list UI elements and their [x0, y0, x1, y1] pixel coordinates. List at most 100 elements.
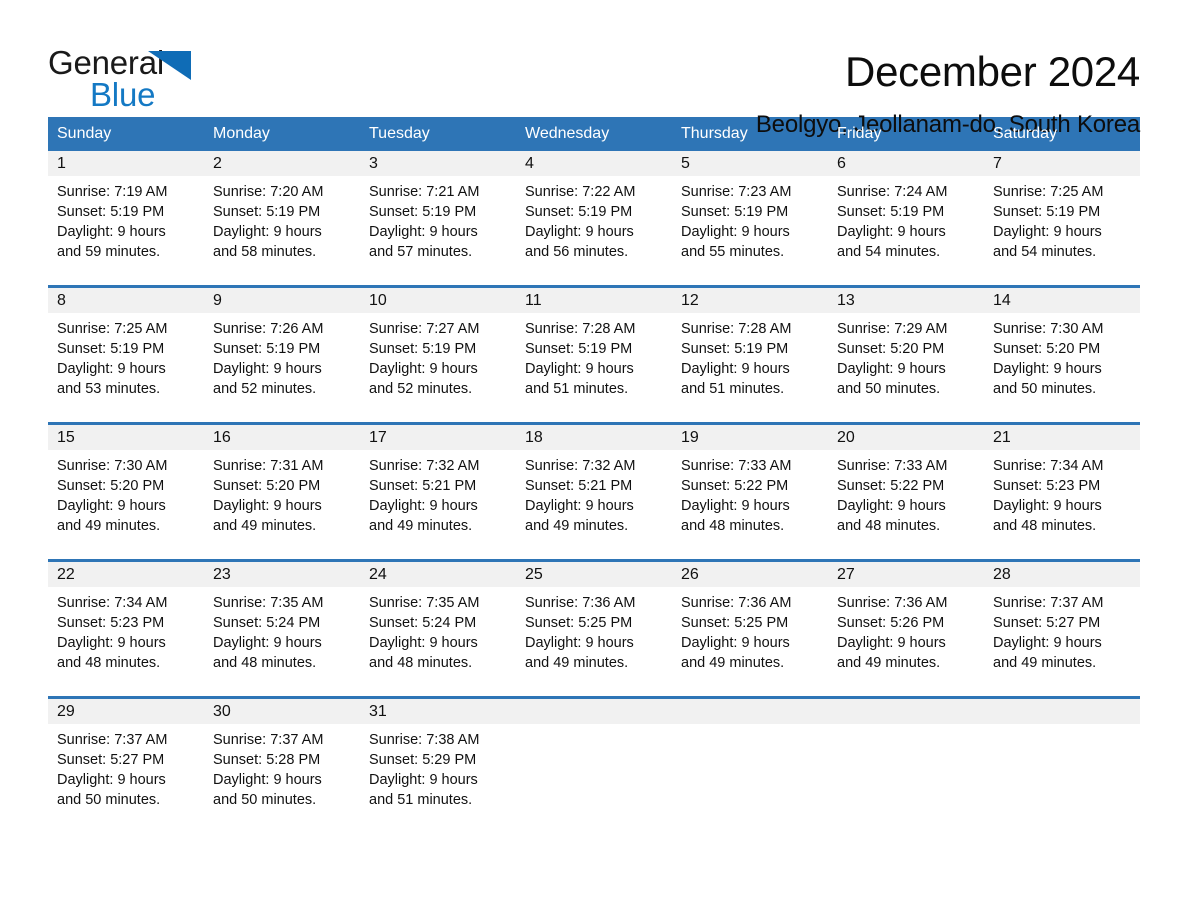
page-header: General Blue December 2024 Beolgyo, Jeol…	[48, 0, 1140, 138]
day-cell[interactable]: 17 Sunrise: 7:32 AM Sunset: 5:21 PM Dayligh…	[360, 425, 516, 559]
weekday-header-row: Sunday Monday Tuesday Wednesday Thursday Frid…	[48, 117, 1140, 151]
sunrise-text: Sunrise: 7:30 AM	[57, 458, 168, 474]
sunrise-text: Sunrise: 7:19 AM	[57, 184, 168, 200]
day-cell[interactable]: 4 Sunrise: 7:22 AM Sunset: 5:19 PM Daylight…	[516, 151, 672, 285]
day-number: 8	[57, 291, 66, 309]
day-cell-empty	[828, 699, 984, 833]
day-number-band	[984, 699, 1140, 724]
day-cell-empty	[516, 699, 672, 833]
day-cell[interactable]: 27 Sunrise: 7:36 AM Sunset: 5:26 PM Dayligh…	[828, 562, 984, 696]
day-cell[interactable]: 31 Sunrise: 7:38 AM Sunset: 5:29 PM Dayligh…	[360, 699, 516, 833]
day-cell[interactable]: 24 Sunrise: 7:35 AM Sunset: 5:24 PM Dayligh…	[360, 562, 516, 696]
daylight-text-line2: and 49 minutes.	[681, 655, 785, 671]
daylight-text-line1: Daylight: 9 hours	[837, 224, 946, 240]
sunset-text: Sunset: 5:19 PM	[369, 204, 477, 220]
day-number: 28	[993, 565, 1011, 583]
day-details: Sunrise: 7:27 AM Sunset: 5:19 PM Daylight:…	[360, 313, 516, 399]
daylight-text-line1: Daylight: 9 hours	[369, 361, 478, 377]
day-cell[interactable]: 28 Sunrise: 7:37 AM Sunset: 5:27 PM Dayligh…	[984, 562, 1140, 696]
day-details: Sunrise: 7:31 AM Sunset: 5:20 PM Daylight:…	[204, 450, 360, 536]
daylight-text-line1: Daylight: 9 hours	[837, 635, 946, 651]
day-cell[interactable]: 29 Sunrise: 7:37 AM Sunset: 5:27 PM Dayligh…	[48, 699, 204, 833]
day-details	[672, 724, 828, 730]
day-number-band: 25	[516, 562, 672, 587]
daylight-text-line2: and 58 minutes.	[213, 244, 317, 260]
day-number-band: 16	[204, 425, 360, 450]
page-title: December 2024	[845, 48, 1140, 95]
day-cell[interactable]: 23 Sunrise: 7:35 AM Sunset: 5:24 PM Dayligh…	[204, 562, 360, 696]
day-number-band: 23	[204, 562, 360, 587]
weekday-header-monday: Monday	[213, 125, 270, 142]
daylight-text-line1: Daylight: 9 hours	[57, 361, 166, 377]
daylight-text-line2: and 59 minutes.	[57, 244, 161, 260]
day-number-band: 2	[204, 151, 360, 176]
day-cell[interactable]: 2 Sunrise: 7:20 AM Sunset: 5:19 PM Daylight…	[204, 151, 360, 285]
day-cell[interactable]: 14 Sunrise: 7:30 AM Sunset: 5:20 PM Dayligh…	[984, 288, 1140, 422]
day-cell[interactable]: 12 Sunrise: 7:28 AM Sunset: 5:19 PM Dayligh…	[672, 288, 828, 422]
sunrise-text: Sunrise: 7:26 AM	[213, 321, 324, 337]
sunset-text: Sunset: 5:19 PM	[681, 341, 789, 357]
day-cell[interactable]: 22 Sunrise: 7:34 AM Sunset: 5:23 PM Dayligh…	[48, 562, 204, 696]
day-cell[interactable]: 9 Sunrise: 7:26 AM Sunset: 5:19 PM Daylight…	[204, 288, 360, 422]
sunset-text: Sunset: 5:20 PM	[837, 341, 945, 357]
day-number: 20	[837, 428, 855, 446]
day-cell[interactable]: 16 Sunrise: 7:31 AM Sunset: 5:20 PM Dayligh…	[204, 425, 360, 559]
day-number-band: 20	[828, 425, 984, 450]
sunrise-text: Sunrise: 7:22 AM	[525, 184, 636, 200]
weekday-header-tuesday: Tuesday	[369, 125, 430, 142]
day-number-band: 13	[828, 288, 984, 313]
day-cell[interactable]: 26 Sunrise: 7:36 AM Sunset: 5:25 PM Dayligh…	[672, 562, 828, 696]
day-number-band: 7	[984, 151, 1140, 176]
day-details	[828, 724, 984, 730]
day-details: Sunrise: 7:22 AM Sunset: 5:19 PM Daylight:…	[516, 176, 672, 262]
day-details: Sunrise: 7:36 AM Sunset: 5:26 PM Daylight:…	[828, 587, 984, 673]
day-cell[interactable]: 20 Sunrise: 7:33 AM Sunset: 5:22 PM Dayligh…	[828, 425, 984, 559]
sunrise-text: Sunrise: 7:32 AM	[525, 458, 636, 474]
day-number: 23	[213, 565, 231, 583]
daylight-text-line1: Daylight: 9 hours	[369, 498, 478, 514]
daylight-text-line2: and 55 minutes.	[681, 244, 785, 260]
day-cell[interactable]: 7 Sunrise: 7:25 AM Sunset: 5:19 PM Daylight…	[984, 151, 1140, 285]
day-cell[interactable]: 19 Sunrise: 7:33 AM Sunset: 5:22 PM Dayligh…	[672, 425, 828, 559]
day-cell[interactable]: 21 Sunrise: 7:34 AM Sunset: 5:23 PM Dayligh…	[984, 425, 1140, 559]
day-details: Sunrise: 7:35 AM Sunset: 5:24 PM Daylight:…	[360, 587, 516, 673]
daylight-text-line2: and 49 minutes.	[525, 518, 629, 534]
day-details: Sunrise: 7:28 AM Sunset: 5:19 PM Daylight:…	[516, 313, 672, 399]
day-cell[interactable]: 25 Sunrise: 7:36 AM Sunset: 5:25 PM Dayligh…	[516, 562, 672, 696]
day-number-band: 31	[360, 699, 516, 724]
day-cell[interactable]: 13 Sunrise: 7:29 AM Sunset: 5:20 PM Dayligh…	[828, 288, 984, 422]
day-cell[interactable]: 1 Sunrise: 7:19 AM Sunset: 5:19 PM Daylight…	[48, 151, 204, 285]
sunrise-text: Sunrise: 7:28 AM	[525, 321, 636, 337]
day-details: Sunrise: 7:37 AM Sunset: 5:28 PM Daylight:…	[204, 724, 360, 810]
day-cell[interactable]: 6 Sunrise: 7:24 AM Sunset: 5:19 PM Daylight…	[828, 151, 984, 285]
day-cell[interactable]: 18 Sunrise: 7:32 AM Sunset: 5:21 PM Dayligh…	[516, 425, 672, 559]
day-number-band: 3	[360, 151, 516, 176]
day-cell[interactable]: 30 Sunrise: 7:37 AM Sunset: 5:28 PM Dayligh…	[204, 699, 360, 833]
calendar-week-row: 22 Sunrise: 7:34 AM Sunset: 5:23 PM Dayligh…	[48, 559, 1140, 696]
sunrise-text: Sunrise: 7:29 AM	[837, 321, 948, 337]
sunset-text: Sunset: 5:19 PM	[525, 204, 633, 220]
day-cell[interactable]: 8 Sunrise: 7:25 AM Sunset: 5:19 PM Daylight…	[48, 288, 204, 422]
daylight-text-line2: and 50 minutes.	[213, 792, 317, 808]
sunrise-text: Sunrise: 7:20 AM	[213, 184, 324, 200]
daylight-text-line2: and 49 minutes.	[993, 655, 1097, 671]
day-cell[interactable]: 3 Sunrise: 7:21 AM Sunset: 5:19 PM Daylight…	[360, 151, 516, 285]
day-cell[interactable]: 11 Sunrise: 7:28 AM Sunset: 5:19 PM Dayligh…	[516, 288, 672, 422]
day-cell[interactable]: 10 Sunrise: 7:27 AM Sunset: 5:19 PM Dayligh…	[360, 288, 516, 422]
day-cell[interactable]: 15 Sunrise: 7:30 AM Sunset: 5:20 PM Dayligh…	[48, 425, 204, 559]
day-number: 18	[525, 428, 543, 446]
day-details: Sunrise: 7:20 AM Sunset: 5:19 PM Daylight:…	[204, 176, 360, 262]
daylight-text-line2: and 52 minutes.	[369, 381, 473, 397]
sunrise-text: Sunrise: 7:36 AM	[525, 595, 636, 611]
general-blue-logo[interactable]: General Blue	[48, 46, 198, 112]
sunrise-text: Sunrise: 7:34 AM	[57, 595, 168, 611]
day-number-band: 19	[672, 425, 828, 450]
day-cell[interactable]: 5 Sunrise: 7:23 AM Sunset: 5:19 PM Daylight…	[672, 151, 828, 285]
daylight-text-line1: Daylight: 9 hours	[525, 635, 634, 651]
sunrise-text: Sunrise: 7:27 AM	[369, 321, 480, 337]
day-number: 13	[837, 291, 855, 309]
day-number: 11	[525, 291, 542, 309]
day-number-band: 26	[672, 562, 828, 587]
day-number-band: 15	[48, 425, 204, 450]
logo-text-blue: Blue	[90, 76, 156, 113]
